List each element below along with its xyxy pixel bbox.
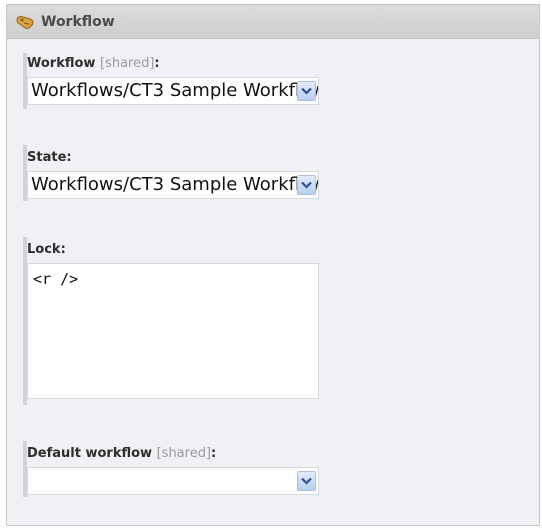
chevron-down-icon: [301, 87, 312, 95]
lock-textarea[interactable]: <r />: [27, 263, 319, 399]
workflow-icon: [15, 14, 35, 30]
state-select-value: Workflows/CT3 Sample Workflow: [31, 174, 319, 195]
workflow-dropdown-button[interactable]: [297, 81, 316, 101]
workflow-panel: Workflow Workflow [shared]: Workflows/CT…: [6, 4, 540, 526]
chevron-down-icon: [301, 477, 312, 485]
default-workflow-select[interactable]: [27, 467, 319, 495]
state-label: State:: [27, 150, 72, 165]
state-dropdown-button[interactable]: [297, 175, 316, 195]
workflow-select[interactable]: Workflows/CT3 Sample Workflow: [27, 77, 319, 105]
default-workflow-shared-tag: [shared]: [156, 446, 212, 461]
chevron-down-icon: [301, 181, 312, 189]
lock-textarea-value: <r />: [33, 270, 79, 288]
workflow-shared-tag: [shared]: [99, 56, 155, 71]
workflow-label: Workflow [shared]:: [27, 56, 160, 71]
section-title: Workflow: [41, 14, 115, 30]
lock-label: Lock:: [27, 242, 66, 257]
section-header: Workflow: [7, 5, 539, 39]
state-select[interactable]: Workflows/CT3 Sample Workflow: [27, 171, 319, 199]
default-workflow-label: Default workflow [shared]:: [27, 446, 217, 461]
workflow-select-value: Workflows/CT3 Sample Workflow: [31, 80, 319, 101]
default-workflow-dropdown-button[interactable]: [297, 471, 316, 491]
